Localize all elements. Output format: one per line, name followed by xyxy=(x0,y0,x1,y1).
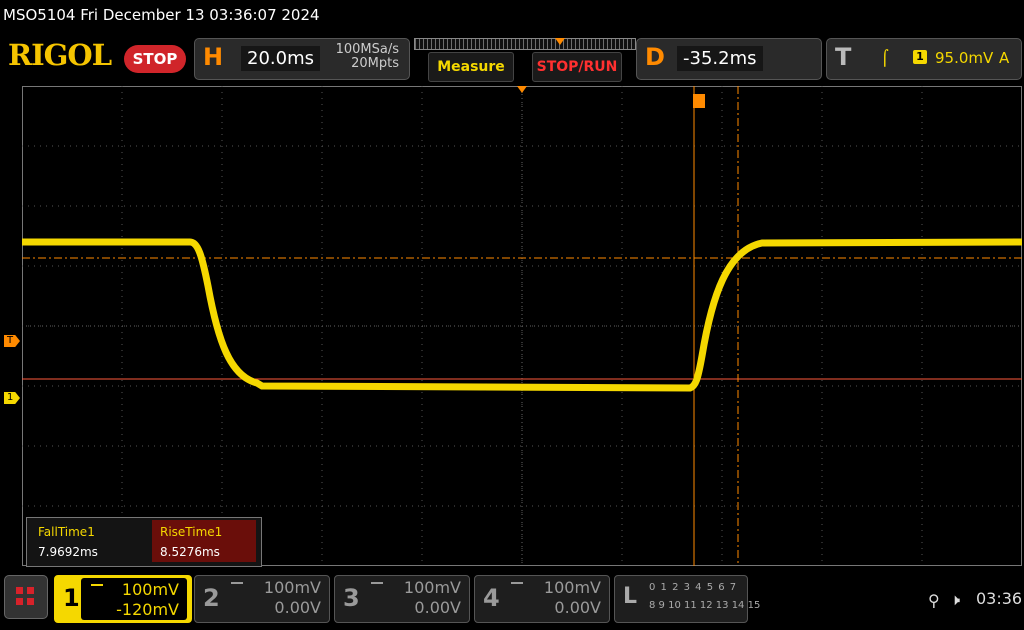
memory-position-bar xyxy=(414,38,636,50)
window-title: MSO5104 Fri December 13 03:36:07 2024 xyxy=(3,6,320,24)
channel-offset: 0.00V xyxy=(274,598,321,617)
menu-square xyxy=(27,587,34,594)
rising-edge-icon: ⌠ xyxy=(881,49,889,67)
trigger-level-marker[interactable]: T xyxy=(4,335,20,347)
measurement-label: FallTime1 xyxy=(38,525,95,539)
measurement-value: 8.5276ms xyxy=(160,545,220,559)
stop-run-button[interactable]: STOP/RUN xyxy=(532,52,622,82)
trigger-position-marker xyxy=(555,38,565,45)
dc-coupling-icon xyxy=(371,582,383,590)
measurement-value: 7.9692ms xyxy=(38,545,98,559)
channel-3-box[interactable]: 3 100mV 0.00V xyxy=(334,575,470,623)
trigger-mode: A xyxy=(999,49,1010,67)
channel-offset: 0.00V xyxy=(554,598,601,617)
channel-number: 3 xyxy=(343,584,360,612)
channel-number: 2 xyxy=(203,584,220,612)
logic-analyzer-box[interactable]: L 0 1 2 3 4 5 6 7 8 9 10 11 12 13 14 15 xyxy=(614,575,760,623)
title-bar: MSO5104 Fri December 13 03:36:07 2024 xyxy=(0,0,1024,34)
channel-scale: 100mV xyxy=(121,580,179,599)
dc-coupling-icon xyxy=(511,582,523,590)
rigol-logo: RIGOL xyxy=(8,38,112,72)
horizontal-panel[interactable]: H 20.0ms 100MSa/s 20Mpts xyxy=(194,38,410,80)
delay-panel[interactable]: D -35.2ms xyxy=(636,38,822,80)
usb-icon: ⚲ xyxy=(928,591,940,610)
trigger-time-marker xyxy=(693,94,705,108)
channel-1-settings: 100mV -120mV xyxy=(81,578,187,620)
digital-channels-0-7: 0 1 2 3 4 5 6 7 xyxy=(649,582,738,593)
dc-coupling-icon xyxy=(91,584,103,592)
digital-channels-8-15: 8 9 10 11 12 13 14 15 xyxy=(649,600,761,611)
timebase-value[interactable]: 20.0ms xyxy=(241,46,320,71)
center-time-marker xyxy=(517,86,527,93)
acquisition-info: 100MSa/s 20Mpts xyxy=(336,43,399,71)
system-clock: 03:36 xyxy=(976,589,1023,608)
delay-value[interactable]: -35.2ms xyxy=(677,46,763,71)
waveform-graticule[interactable] xyxy=(22,86,1022,566)
main-menu-button[interactable] xyxy=(4,575,48,619)
grid-lines xyxy=(22,86,1022,566)
ch1-offset-marker[interactable]: 1 xyxy=(4,392,20,404)
delay-label: D xyxy=(645,43,665,71)
rise-time-measurement[interactable]: RiseTime1 8.5276ms xyxy=(152,520,256,562)
channel-4-box[interactable]: 4 100mV 0.00V xyxy=(474,575,610,623)
trigger-panel[interactable]: T ⌠ 1 95.0mV A xyxy=(826,38,1022,80)
trigger-label: T xyxy=(835,43,852,71)
channel-scale: 100mV xyxy=(543,578,601,597)
channel-scale: 100mV xyxy=(263,578,321,597)
speaker-muted-icon[interactable]: 🕨 xyxy=(950,590,960,610)
channel-2-box[interactable]: 2 100mV 0.00V xyxy=(194,575,330,623)
trigger-level[interactable]: 95.0mV xyxy=(935,49,993,67)
channel-number: 1 xyxy=(63,584,80,612)
dc-coupling-icon xyxy=(231,582,243,590)
menu-square xyxy=(16,598,23,605)
channel-scale: 100mV xyxy=(403,578,461,597)
menu-square xyxy=(16,587,23,594)
logic-analyzer-label: L xyxy=(623,584,638,609)
run-state-badge[interactable]: STOP xyxy=(124,45,186,73)
horizontal-label: H xyxy=(203,43,224,71)
measurement-label: RiseTime1 xyxy=(160,525,223,539)
fall-time-measurement[interactable]: FallTime1 7.9692ms xyxy=(30,520,150,562)
memory-depth: 20Mpts xyxy=(351,56,399,71)
measure-button[interactable]: Measure xyxy=(428,52,514,82)
menu-square xyxy=(27,598,34,605)
trigger-source: 1 xyxy=(913,50,927,64)
sample-rate: 100MSa/s xyxy=(335,42,399,57)
memory-hatch xyxy=(415,39,635,49)
channel-number: 4 xyxy=(483,584,500,612)
channel-1-box[interactable]: 1 100mV -120mV xyxy=(54,575,192,623)
channel-offset: 0.00V xyxy=(414,598,461,617)
channel-offset: -120mV xyxy=(116,600,179,619)
